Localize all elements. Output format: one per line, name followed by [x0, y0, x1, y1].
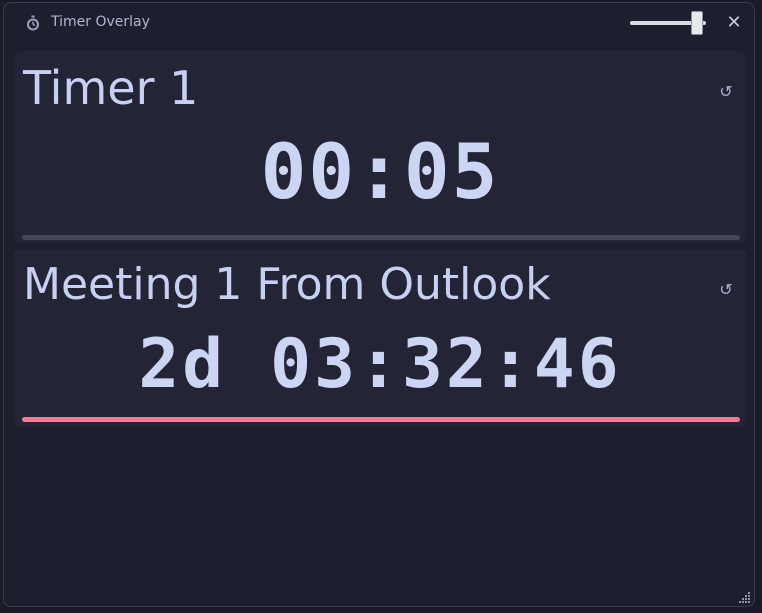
reset-icon[interactable]: ↺	[717, 83, 735, 101]
timer-progress-bar	[22, 417, 740, 422]
timer-progress-bar	[22, 235, 740, 240]
close-button[interactable]: ✕	[724, 13, 744, 33]
title-bar[interactable]: Timer Overlay ✕	[4, 3, 754, 43]
slider-thumb[interactable]	[691, 11, 703, 35]
timer-countdown: 00:05	[260, 127, 500, 216]
timer-name: Meeting 1 From Outlook	[23, 259, 551, 310]
timer-card: Timer 1 ↺ 00:05	[14, 51, 746, 243]
timer-name: Timer 1	[23, 61, 199, 115]
stopwatch-icon	[25, 15, 41, 31]
window-title: Timer Overlay	[51, 14, 150, 30]
timer-countdown: 2d 03:32:46	[138, 325, 622, 404]
reset-icon[interactable]: ↺	[717, 281, 735, 299]
resize-grip-icon[interactable]	[737, 589, 751, 603]
opacity-slider[interactable]	[630, 11, 714, 37]
timer-overlay-window: Timer Overlay ✕ Timer 1 ↺ 00:05 Meeting …	[3, 2, 755, 607]
timer-card: Meeting 1 From Outlook ↺ 2d 03:32:46	[14, 249, 746, 427]
